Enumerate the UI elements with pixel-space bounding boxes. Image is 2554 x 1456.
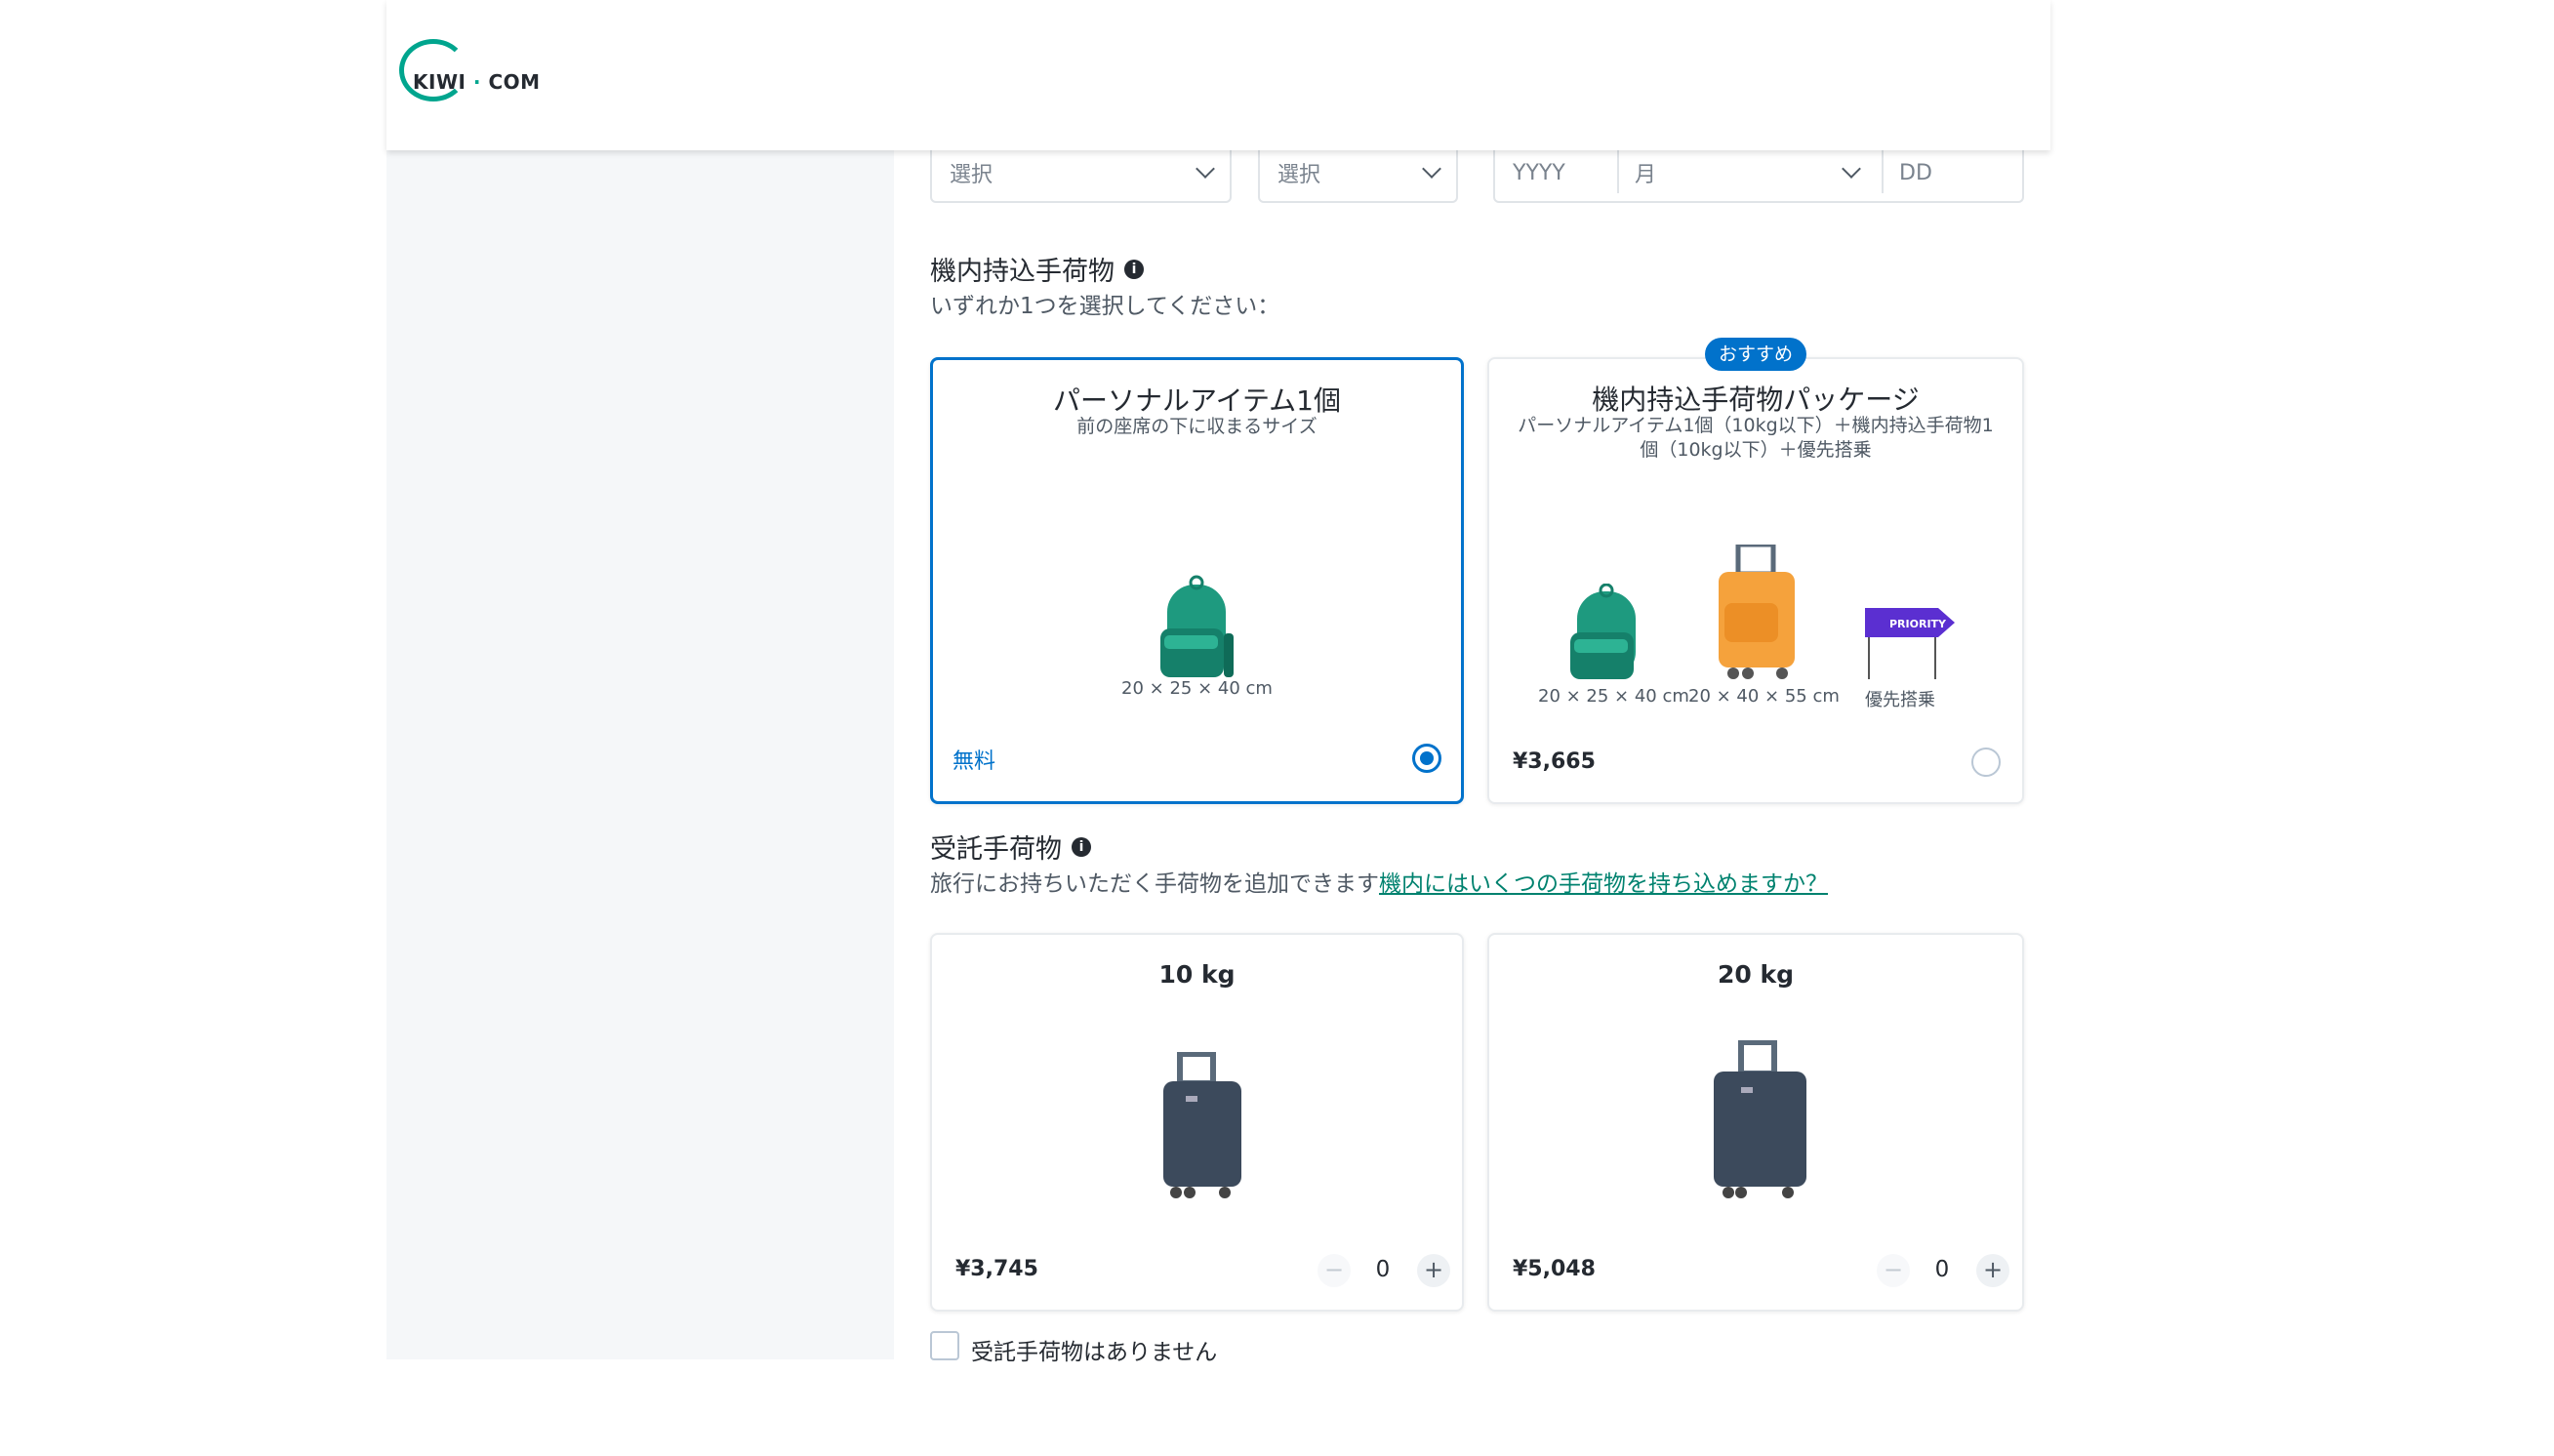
checked-option-20kg: 20 kg ¥5,048 − 0 + — [1487, 933, 2024, 1312]
decrement-button[interactable]: − — [1318, 1254, 1351, 1287]
no-checked-bag-checkbox[interactable] — [930, 1331, 959, 1360]
checked-section-title: 受託手荷物 i — [930, 828, 1091, 866]
quantity-value: 0 — [1375, 1257, 1391, 1282]
cabin-bag-help-link[interactable]: 機内にはいくつの手荷物を持ち込めますか？ — [1379, 871, 1828, 897]
option-desc: 前の座席の下に収まるサイズ — [1076, 416, 1318, 437]
sidebar — [386, 150, 894, 1359]
dimension-label: 20 × 40 × 55 cm — [1688, 686, 1840, 707]
suitcase-icon — [1714, 1040, 1806, 1198]
dimension-label: 20 × 25 × 40 cm — [1121, 678, 1273, 699]
option-price: ¥3,665 — [1513, 749, 1596, 774]
increment-button[interactable]: + — [1976, 1254, 2009, 1287]
kiwi-logo[interactable]: KIWI · COM — [399, 39, 540, 101]
option-desc: パーソナルアイテム1個（10kg以下）＋機内持込手荷物1個（10kg以下）＋優先… — [1518, 415, 1994, 461]
checked-option-10kg: 10 kg ¥3,745 − 0 + — [930, 933, 1464, 1312]
month-select[interactable]: 月 — [1617, 157, 1882, 188]
suitcase-icon — [1163, 1052, 1241, 1198]
option-title: パーソナルアイテム1個 — [1052, 384, 1342, 417]
select-field-2[interactable]: 選択 — [1258, 144, 1458, 203]
weight-label: 20 kg — [1717, 960, 1794, 989]
option-price: ¥3,745 — [955, 1257, 1038, 1281]
option-price: 無料 — [953, 749, 996, 774]
year-input[interactable]: YYYY — [1495, 161, 1617, 185]
header: KIWI · COM — [386, 0, 2050, 150]
option-title: 機内持込手荷物パッケージ — [1592, 384, 1920, 416]
chevron-down-icon — [1422, 159, 1441, 179]
option-price: ¥5,048 — [1513, 1257, 1596, 1281]
backpack-icon — [1160, 575, 1234, 677]
svg-text:PRIORITY: PRIORITY — [1889, 618, 1947, 630]
dimension-label: 20 × 25 × 40 cm — [1538, 686, 1689, 707]
date-field: YYYY 月 DD — [1493, 144, 2024, 203]
cabin-option-package[interactable]: 機内持込手荷物パッケージ パーソナルアイテム1個（10kg以下）＋機内持込手荷物… — [1487, 357, 2024, 804]
increment-button[interactable]: + — [1417, 1254, 1450, 1287]
weight-label: 10 kg — [1158, 960, 1236, 989]
info-icon[interactable]: i — [1124, 259, 1144, 279]
chevron-down-icon — [1196, 159, 1215, 179]
backpack-icon — [1570, 584, 1636, 679]
priority-sign-icon: PRIORITY — [1865, 608, 1955, 679]
decrement-button[interactable]: − — [1877, 1254, 1910, 1287]
day-input[interactable]: DD — [1882, 161, 1932, 185]
cabin-option-personal[interactable]: パーソナルアイテム1個 前の座席の下に収まるサイズ 20 × 25 × 40 c… — [930, 357, 1464, 804]
no-checked-bag-label: 受託手荷物はありません — [971, 1340, 1218, 1365]
checked-subtitle: 旅行にお持ちいただく手荷物を追加できます機内にはいくつの手荷物を持ち込めますか？ — [930, 871, 1828, 897]
radio-unselected[interactable] — [1971, 748, 2001, 777]
suitcase-icon — [1719, 545, 1795, 679]
quantity-value: 0 — [1934, 1257, 1950, 1282]
select-field-1[interactable]: 選択 — [930, 144, 1232, 203]
info-icon[interactable]: i — [1072, 836, 1091, 857]
recommended-badge: おすすめ — [1705, 338, 1806, 371]
cabin-section-title: 機内持込手荷物 i — [930, 250, 1144, 288]
cabin-subtitle: いずれか1つを選択してください： — [930, 294, 1280, 319]
priority-label: 優先搭乗 — [1865, 690, 1935, 710]
radio-selected[interactable] — [1412, 744, 1441, 773]
